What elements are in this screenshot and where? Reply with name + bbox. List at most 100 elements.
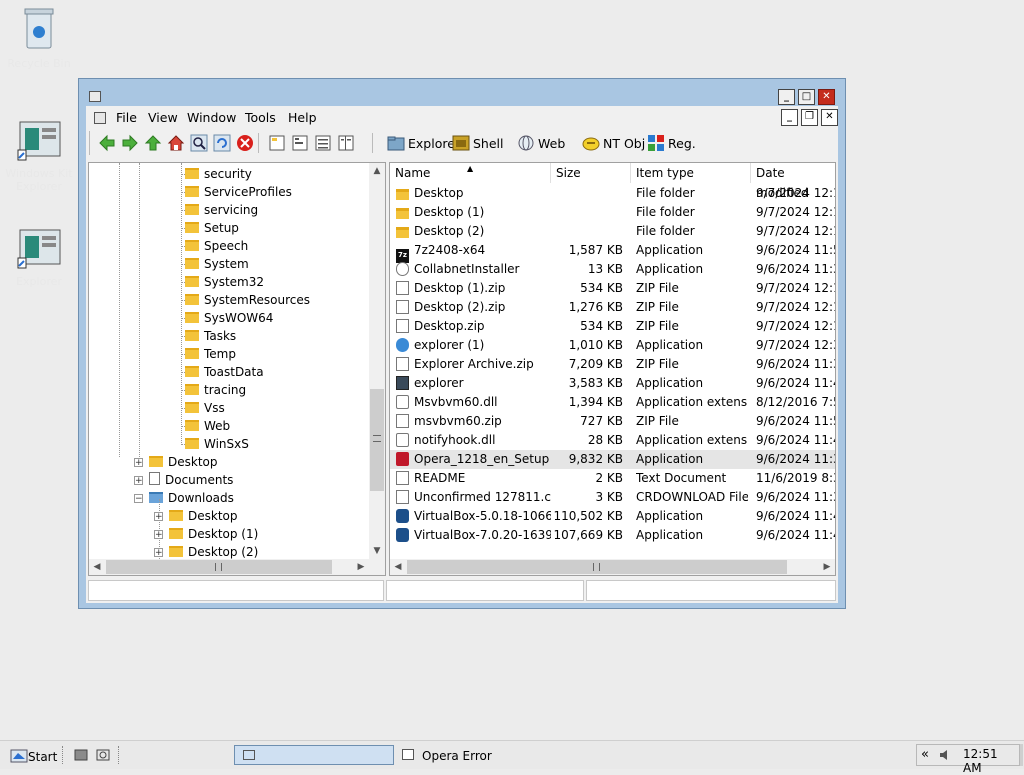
list-row[interactable]: Desktop (1).zip 534 KB ZIP File 9/7/2024 12… [390,279,835,298]
scroll-right-arrow[interactable]: ▶ [819,559,835,575]
desktop-shortcut-2[interactable]: Explorer [3,228,75,288]
view-details-icon[interactable] [337,134,355,152]
mdi-close-button[interactable]: ✕ [821,109,838,126]
column-date[interactable]: Date modified [751,163,835,200]
up-icon[interactable] [144,134,162,152]
explore-icon[interactable] [387,134,405,152]
taskbar-task-opera-error[interactable]: Opera Error [398,745,558,765]
tree-item[interactable]: ToastData [185,363,264,381]
tree-expander[interactable]: + [134,458,143,468]
tree-item[interactable]: tracing [185,381,246,399]
tree-item[interactable]: System32 [185,273,264,291]
tree-item[interactable]: Setup [185,219,239,237]
list-row[interactable]: Desktop.zip 534 KB ZIP File 9/7/2024 12:13 [390,317,835,336]
ntobj-button-label[interactable]: NT Obj [603,136,645,151]
quicklaunch-explorer-icon[interactable] [74,749,88,761]
tree-expander[interactable]: + [154,548,163,558]
list-row[interactable]: Msvbvm60.dll 1,394 KB Application extens..… [390,393,835,412]
start-button[interactable]: Start [6,744,57,766]
tree-item[interactable]: Speech [185,237,248,255]
list-row[interactable]: 7z 7z2408-x64 1,587 KB Application 9/6/2024 … [390,241,835,263]
menu-tools[interactable]: Tools [245,110,276,125]
forward-icon[interactable] [121,134,139,152]
tree-root-item[interactable]: Documents [149,471,233,489]
tree-item[interactable]: SystemResources [185,291,310,309]
list-row[interactable]: Explorer Archive.zip 7,209 KB ZIP File 9/6/… [390,355,835,374]
recycle-bin-icon[interactable]: Recycle Bin [3,6,75,70]
list-row[interactable]: VirtualBox-5.0.18-1066... 110,502 KB Appli… [390,507,835,526]
home-icon[interactable] [167,134,185,152]
search-icon[interactable] [190,134,208,152]
tree-expander[interactable]: + [154,530,163,540]
view-small-icon[interactable] [291,134,309,152]
list-row[interactable]: CollabnetInstaller 13 KB Application 9/6/20… [390,260,835,279]
explore-button-label[interactable]: Explore [408,136,455,151]
menu-file[interactable]: File [116,110,137,125]
shell-button-label[interactable]: Shell [473,136,504,151]
tree-item[interactable]: Desktop (1) [169,525,258,543]
tree-item[interactable]: servicing [185,201,258,219]
show-desktop-button[interactable] [1020,744,1023,766]
mdi-restore-button[interactable]: ❐ [801,109,818,126]
scroll-right-arrow[interactable]: ▶ [353,559,369,575]
stop-icon[interactable] [236,134,254,152]
list-row[interactable]: Desktop (2) File folder 9/7/2024 12:18 [390,222,835,241]
tree-item[interactable]: ServiceProfiles [185,183,292,201]
scroll-left-arrow[interactable]: ◀ [390,559,406,575]
list-row[interactable]: msvbvm60.zip 727 KB ZIP File 9/6/2024 11:54 [390,412,835,431]
menu-help[interactable]: Help [288,110,317,125]
tree-vscrollbar[interactable]: ▲ ▼ [369,163,385,559]
list-row[interactable]: README 2 KB Text Document 11/6/2019 8:38 [390,469,835,488]
list-row[interactable]: Desktop (2).zip 1,276 KB ZIP File 9/7/2024 … [390,298,835,317]
tree-item[interactable]: Vss [185,399,225,417]
tree-item[interactable]: SysWOW64 [185,309,273,327]
list-row[interactable]: Unconfirmed 127811.cr... 3 KB CRDOWNLOAD F… [390,488,835,507]
ntobj-icon[interactable] [582,134,600,152]
menu-view[interactable]: View [148,110,178,125]
web-icon[interactable] [517,134,535,152]
list-hscrollbar[interactable]: ◀ ▶ [390,559,835,575]
maximize-button[interactable]: □ [798,89,815,105]
registry-icon[interactable] [647,134,665,152]
back-icon[interactable] [98,134,116,152]
tree-expander[interactable]: + [134,476,143,486]
tree-root-item[interactable]: Downloads [149,489,234,507]
list-row[interactable]: Desktop File folder 9/7/2024 12:13 [390,184,835,203]
taskbar-task-active[interactable] [234,745,394,765]
view-large-icon[interactable] [268,134,286,152]
view-list-icon[interactable] [314,134,332,152]
list-row[interactable]: notifyhook.dll 28 KB Application extens...… [390,431,835,450]
list-row[interactable]: VirtualBox-7.0.20-1639... 107,669 KB Appli… [390,526,835,545]
quicklaunch-window-icon[interactable] [96,749,110,761]
tree-item[interactable]: WinSxS [185,435,249,453]
scroll-up-arrow[interactable]: ▲ [369,163,385,179]
tree-root-item[interactable]: Desktop [149,453,218,471]
tray-expand-chevron[interactable]: « [921,747,929,762]
tree-item[interactable]: Tasks [185,327,236,345]
tree-hscrollbar[interactable]: ◀ ▶ [89,559,385,575]
scroll-down-arrow[interactable]: ▼ [369,543,385,559]
speaker-icon[interactable] [939,749,951,761]
web-button-label[interactable]: Web [538,136,565,151]
registry-button-label[interactable]: Reg. [668,136,696,151]
tree-item[interactable]: Desktop [169,507,238,525]
minimize-button[interactable]: _ [778,89,795,105]
refresh-icon[interactable] [213,134,231,152]
desktop-shortcut-1[interactable]: Windows Kit Explorer [3,120,75,193]
list-row[interactable]: Desktop (1) File folder 9/7/2024 12:17 [390,203,835,222]
list-row[interactable]: explorer (1) 1,010 KB Application 9/7/2024 … [390,336,835,355]
close-button[interactable]: ✕ [818,89,835,105]
column-type[interactable]: Item type [631,163,751,183]
tree-expander[interactable]: − [134,494,143,504]
column-size[interactable]: Size [551,163,631,183]
list-row[interactable]: Opera_1218_en_Setup 9,832 KB Application 9/… [390,450,835,469]
menu-window[interactable]: Window [187,110,236,125]
shell-icon[interactable] [452,134,470,152]
tree-item[interactable]: System [185,255,249,273]
tree-item[interactable]: security [185,165,252,183]
tree-item[interactable]: Temp [185,345,236,363]
tree-item[interactable]: Web [185,417,230,435]
mdi-minimize-button[interactable]: _ [781,109,798,126]
scroll-left-arrow[interactable]: ◀ [89,559,105,575]
list-row[interactable]: explorer 3,583 KB Application 9/6/2024 11:4… [390,374,835,393]
